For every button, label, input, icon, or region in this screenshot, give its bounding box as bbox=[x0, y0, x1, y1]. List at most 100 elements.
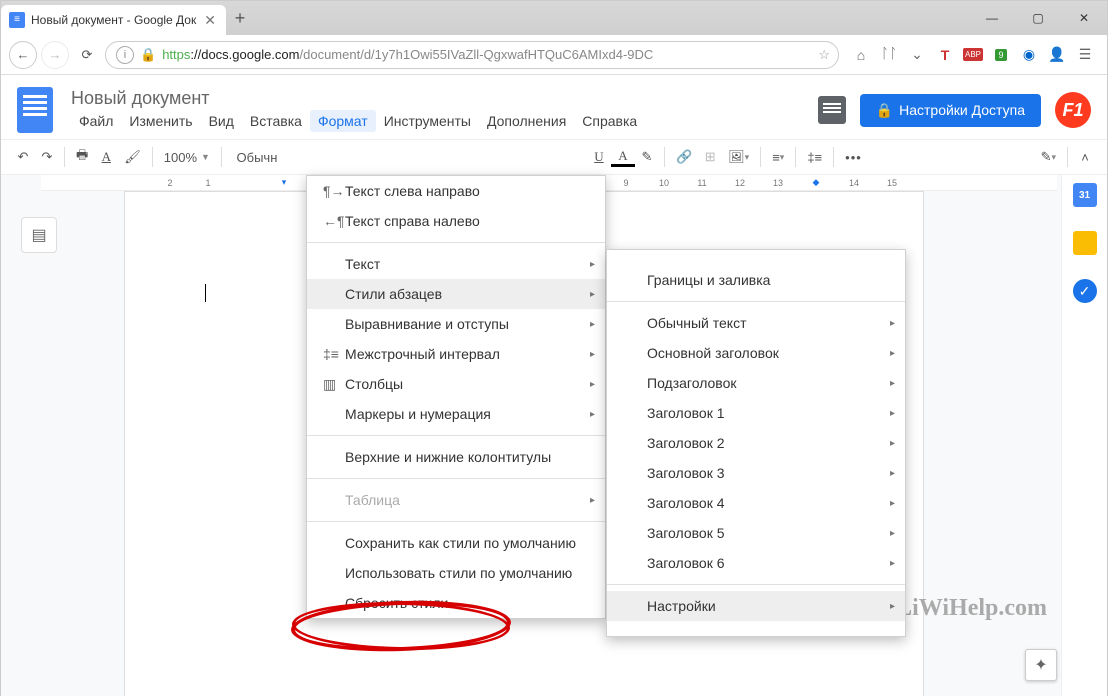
editing-mode-button[interactable]: ✎ ▾ bbox=[1035, 144, 1062, 170]
watermark: LiWiHelp.com bbox=[896, 595, 1047, 622]
forward-button[interactable]: → bbox=[41, 41, 69, 69]
redo-button[interactable]: ↷ bbox=[35, 144, 59, 170]
menu-columns[interactable]: ▥Столбцы▸ bbox=[307, 369, 605, 399]
menu-paragraph-styles[interactable]: Стили абзацев▸ bbox=[307, 279, 605, 309]
submenu-h3[interactable]: Заголовок 3▸ bbox=[607, 458, 905, 488]
menu-tools[interactable]: Инструменты bbox=[376, 110, 479, 132]
zoom-value: 100% bbox=[164, 150, 197, 165]
spacing-icon: ‡≡ bbox=[323, 346, 345, 362]
submenu-subtitle[interactable]: Подзаголовок▸ bbox=[607, 368, 905, 398]
minimize-button[interactable]: — bbox=[969, 1, 1015, 35]
ext-abp-icon[interactable]: ABP bbox=[961, 43, 985, 67]
menu-spacing[interactable]: ‡≡Межстрочный интервал▸ bbox=[307, 339, 605, 369]
rtl-icon: ←¶ bbox=[323, 213, 345, 229]
comments-icon[interactable] bbox=[818, 96, 846, 124]
lock-share-icon: 🔒 bbox=[876, 102, 893, 119]
align-button[interactable]: ≡ ▾ bbox=[766, 144, 790, 170]
site-info-icon[interactable]: i bbox=[116, 46, 134, 64]
ext-profile-icon[interactable]: 👤 bbox=[1045, 43, 1069, 67]
menu-format[interactable]: Формат bbox=[310, 110, 376, 132]
menu-headers-footers[interactable]: Верхние и нижние колонтитулы bbox=[307, 442, 605, 472]
extension-icons: ⌂ ᛚᛚ ⌄ T ABP 9 ◉ 👤 ☰ bbox=[839, 43, 1099, 67]
ext-pocket-icon[interactable]: ⌄ bbox=[905, 43, 929, 67]
text-color-button[interactable]: A bbox=[611, 147, 635, 167]
menubar: Файл Изменить Вид Вставка Формат Инструм… bbox=[71, 110, 818, 132]
toolbar: ↶ ↷ 🖶 A 🖌 100% ▼ Обычн U A ✎ 🔗 ⊞ 🖼 ▾ ≡ ▾… bbox=[1, 139, 1107, 175]
maximize-button[interactable]: ▢ bbox=[1015, 1, 1061, 35]
doc-meta: Новый документ Файл Изменить Вид Вставка… bbox=[71, 88, 818, 132]
ext-library-icon[interactable]: ᛚᛚ bbox=[877, 43, 901, 67]
lock-icon: 🔒 bbox=[140, 47, 156, 63]
paint-format-button[interactable]: 🖌 bbox=[118, 144, 147, 170]
url-host: ://docs.google.com bbox=[190, 47, 299, 62]
browser-menu-icon[interactable]: ☰ bbox=[1073, 43, 1097, 67]
ext-home-icon[interactable]: ⌂ bbox=[849, 43, 873, 67]
menu-save-default[interactable]: Сохранить как стили по умолчанию bbox=[307, 528, 605, 558]
submenu-borders[interactable]: Границы и заливка bbox=[607, 265, 905, 295]
insert-image-button[interactable]: 🖼 ▾ bbox=[722, 144, 755, 170]
menu-use-default[interactable]: Использовать стили по умолчанию bbox=[307, 558, 605, 588]
outline-button[interactable]: ▤ bbox=[21, 217, 57, 253]
more-tools-button[interactable]: ••• bbox=[839, 144, 868, 170]
insert-link-button[interactable]: 🔗 bbox=[670, 144, 698, 170]
menu-table: Таблица▸ bbox=[307, 485, 605, 515]
url-path: /document/d/1y7h1Owi55IVaZll-QgxwafHTQuC… bbox=[300, 47, 654, 62]
tab-title: Новый документ - Google Док bbox=[31, 13, 202, 27]
menu-addons[interactable]: Дополнения bbox=[479, 110, 574, 132]
close-window-button[interactable]: ✕ bbox=[1061, 1, 1107, 35]
menu-rtl[interactable]: ←¶Текст справа налево bbox=[307, 206, 605, 236]
zoom-select[interactable]: 100% ▼ bbox=[158, 144, 216, 170]
urlbar: ← → ⟳ i 🔒 https://docs.google.com/docume… bbox=[1, 35, 1107, 75]
menu-reset-styles[interactable]: Сбросить стили bbox=[307, 588, 605, 618]
menu-bullets[interactable]: Маркеры и нумерация▸ bbox=[307, 399, 605, 429]
submenu-normal-text[interactable]: Обычный текст▸ bbox=[607, 308, 905, 338]
tasks-icon[interactable]: ✓ bbox=[1073, 279, 1097, 303]
submenu-h1[interactable]: Заголовок 1▸ bbox=[607, 398, 905, 428]
collapse-toolbar-button[interactable]: ˄ bbox=[1073, 144, 1097, 170]
paragraph-styles-submenu: Границы и заливка Обычный текст▸ Основно… bbox=[606, 249, 906, 637]
bookmark-icon[interactable]: ☆ bbox=[818, 47, 830, 63]
line-spacing-button[interactable]: ‡≡ bbox=[801, 144, 828, 170]
submenu-settings[interactable]: Настройки▸ bbox=[607, 591, 905, 621]
url-proto: https bbox=[162, 47, 190, 62]
keep-icon[interactable] bbox=[1073, 231, 1097, 255]
menu-help[interactable]: Справка bbox=[574, 110, 645, 132]
ext-camera-icon[interactable]: ◉ bbox=[1017, 43, 1041, 67]
print-button[interactable]: 🖶 bbox=[70, 144, 94, 170]
menu-align[interactable]: Выравнивание и отступы▸ bbox=[307, 309, 605, 339]
menu-text[interactable]: Текст▸ bbox=[307, 249, 605, 279]
spellcheck-button[interactable]: A bbox=[94, 144, 118, 170]
underline-button[interactable]: U bbox=[587, 144, 611, 170]
undo-button[interactable]: ↶ bbox=[11, 144, 35, 170]
back-button[interactable]: ← bbox=[9, 41, 37, 69]
reload-button[interactable]: ⟳ bbox=[73, 41, 101, 69]
menu-view[interactable]: Вид bbox=[201, 110, 242, 132]
f1-logo-icon[interactable]: F1 bbox=[1055, 92, 1091, 128]
submenu-h5[interactable]: Заголовок 5▸ bbox=[607, 518, 905, 548]
docs-logo-icon[interactable] bbox=[17, 87, 53, 133]
close-tab-icon[interactable]: ✕ bbox=[202, 10, 218, 31]
menu-edit[interactable]: Изменить bbox=[121, 110, 200, 132]
menu-file[interactable]: Файл bbox=[71, 110, 121, 132]
submenu-h4[interactable]: Заголовок 4▸ bbox=[607, 488, 905, 518]
highlight-button[interactable]: ✎ bbox=[635, 144, 659, 170]
new-tab-button[interactable]: + bbox=[226, 1, 254, 35]
share-button[interactable]: 🔒 Настройки Доступа bbox=[860, 94, 1041, 127]
ext-badge-icon[interactable]: 9 bbox=[989, 43, 1013, 67]
style-select[interactable]: Обычн bbox=[227, 144, 287, 170]
insert-comment-button[interactable]: ⊞ bbox=[698, 144, 722, 170]
address-bar[interactable]: i 🔒 https://docs.google.com/document/d/1… bbox=[105, 41, 839, 69]
calendar-icon[interactable]: 31 bbox=[1073, 183, 1097, 207]
submenu-title[interactable]: Основной заголовок▸ bbox=[607, 338, 905, 368]
ext-t-icon[interactable]: T bbox=[933, 43, 957, 67]
menu-ltr[interactable]: ¶→Текст слева направо bbox=[307, 176, 605, 206]
header-right: 🔒 Настройки Доступа F1 bbox=[818, 92, 1091, 128]
submenu-h6[interactable]: Заголовок 6▸ bbox=[607, 548, 905, 578]
submenu-h2[interactable]: Заголовок 2▸ bbox=[607, 428, 905, 458]
explore-button[interactable]: ✦ bbox=[1025, 649, 1057, 681]
browser-tab[interactable]: ≡ Новый документ - Google Док ✕ bbox=[1, 5, 226, 35]
menu-insert[interactable]: Вставка bbox=[242, 110, 310, 132]
format-menu: ¶→Текст слева направо ←¶Текст справа нал… bbox=[306, 175, 606, 619]
doc-title[interactable]: Новый документ bbox=[71, 88, 818, 110]
style-value: Обычн bbox=[237, 150, 278, 165]
